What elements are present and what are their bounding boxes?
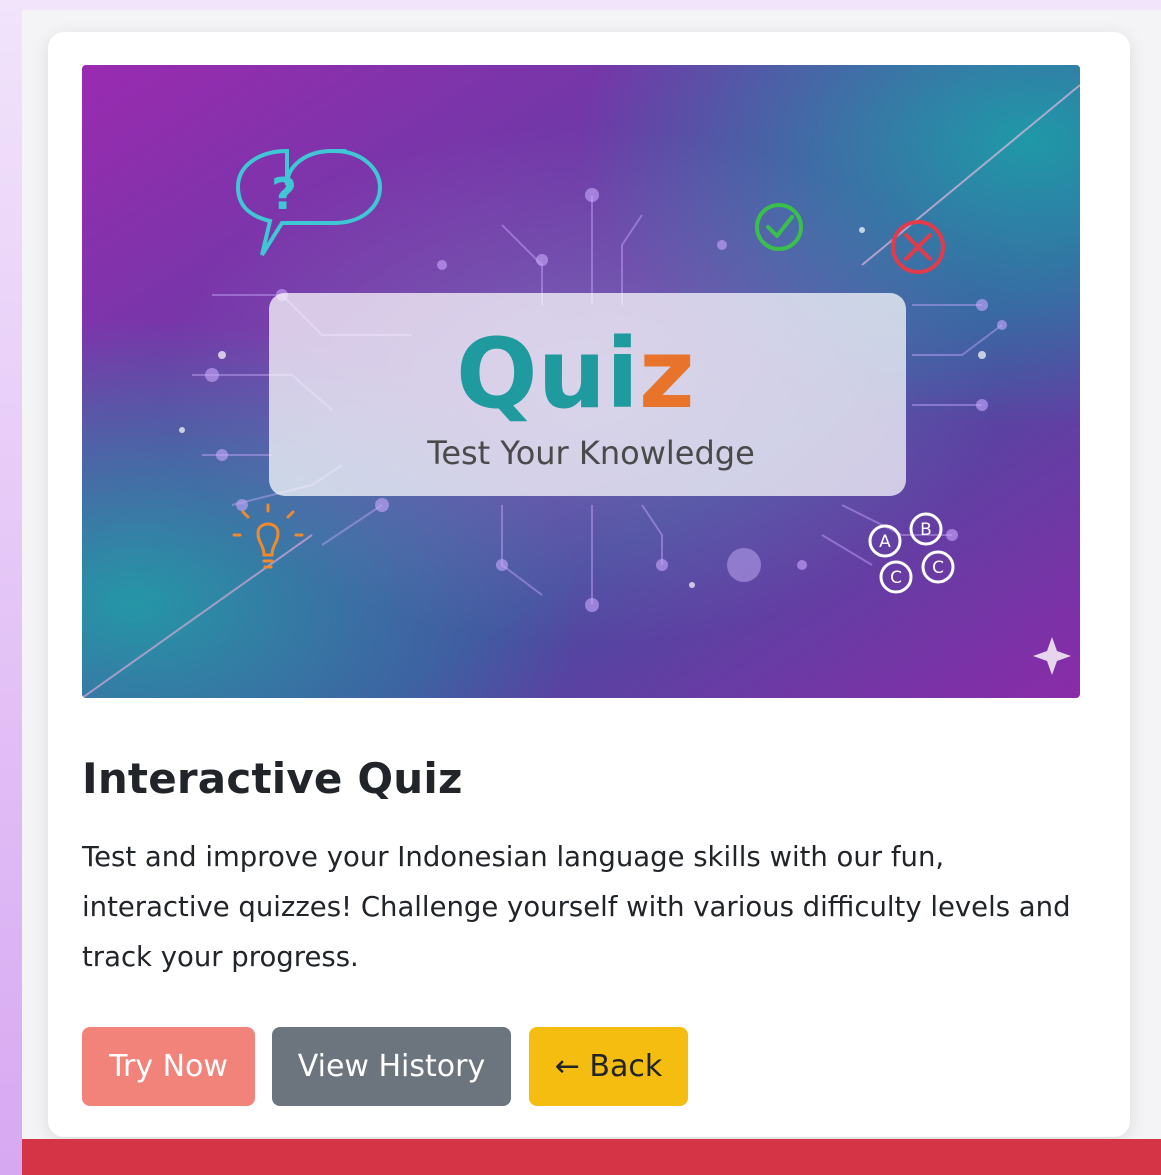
choice-label-c: C — [890, 568, 902, 588]
card-description: Test and improve your Indonesian languag… — [82, 841, 1071, 973]
choice-label-b: B — [920, 520, 932, 540]
quiz-hero-image: ? A B C C Quiz Test Your Knowledge — [82, 65, 1080, 698]
choice-label-a: A — [879, 532, 891, 552]
hero-illustration: ? A B C C Quiz Test Your Knowledge — [82, 65, 1080, 698]
card-title: Interactive Quiz — [82, 754, 463, 803]
hero-heading: Quiz — [456, 318, 695, 430]
choice-label-c2: C — [932, 558, 944, 578]
footer-bar — [22, 1139, 1161, 1175]
hero-subheading: Test Your Knowledge — [426, 434, 755, 472]
svg-text:?: ? — [271, 169, 297, 220]
try-now-button[interactable]: Try Now — [82, 1027, 255, 1106]
view-history-button[interactable]: View History — [272, 1027, 511, 1106]
pie-chart-icon — [727, 548, 761, 582]
back-button[interactable]: ← Back — [529, 1027, 688, 1106]
